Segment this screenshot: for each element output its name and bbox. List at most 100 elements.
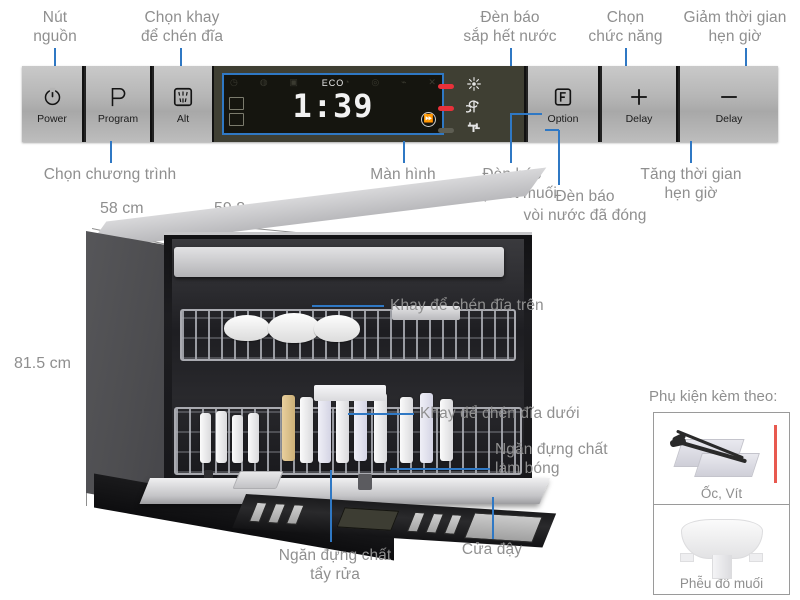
door-latch	[358, 474, 372, 490]
lower-plate-1	[282, 395, 295, 461]
funnel-neck	[711, 554, 732, 579]
callout-rack-select: Chọn khay để chén đĩa	[140, 9, 224, 45]
rinse-aid-led	[438, 83, 454, 89]
leader-door	[492, 497, 494, 539]
salt-funnel-image	[654, 511, 789, 579]
front-panel-button-3	[285, 504, 305, 525]
delay-decrease-button[interactable]: Delay	[678, 66, 778, 142]
leader-low-salt-lamp-v	[510, 114, 512, 163]
front-panel-button-4	[406, 511, 426, 533]
rinse-aid-icon	[464, 76, 484, 96]
front-panel-display	[336, 507, 400, 531]
screws-image	[654, 419, 789, 483]
rinse-aid-indicator	[438, 76, 512, 96]
detergent-dispenser	[232, 471, 284, 489]
water-tap-led	[438, 127, 454, 133]
leader-power-button	[54, 48, 56, 68]
lcd-speed-icon: ⏩	[421, 112, 436, 127]
leader-tap-closed-lamp-h	[545, 129, 559, 131]
program-button-label: Program	[97, 112, 139, 125]
lower-plate-4	[336, 395, 349, 463]
front-panel-button-1	[248, 501, 268, 523]
control-panel-strip: Power Program Alt ◷ ◍ ▣ ◔ ◎ ⌁ ✕ ECO 1:39…	[22, 66, 778, 142]
spray-arm-icon	[172, 84, 194, 110]
lower-plate-7	[400, 397, 413, 463]
power-icon	[42, 84, 63, 110]
callout-function-select: Chọn chức năng	[588, 9, 663, 45]
accessories-title: Phụ kiện kèm theo:	[649, 388, 778, 405]
delay-increase-label: Delay	[625, 112, 653, 125]
water-tap-indicator	[438, 120, 512, 140]
accessory-caption-screws: Ốc, Vít	[700, 485, 743, 501]
cutlery-tray	[174, 247, 504, 277]
lower-plate-left-4	[248, 413, 259, 463]
callout-decrease-timer: Giảm thời gian hẹn giờ	[683, 9, 787, 45]
alt-rack-button[interactable]: Alt	[152, 66, 214, 142]
leader-increase-timer	[690, 141, 692, 163]
funnel-wing-right	[749, 552, 763, 562]
callout-detergent-compartment: Ngăn đựng chất tẩy rửa	[278, 547, 392, 583]
callout-low-water-lamp: Đèn báo sắp hết nước	[463, 9, 557, 45]
callout-power-button: Nút nguồn	[33, 9, 77, 45]
callout-door: Cửa đậy	[461, 541, 523, 558]
leader-tap-closed-lamp-v	[558, 130, 560, 185]
salt-led	[438, 105, 454, 111]
control-panel: Power Program Alt ◷ ◍ ▣ ◔ ◎ ⌁ ✕ ECO 1:39…	[22, 66, 778, 142]
lower-rack-back-plate	[314, 385, 386, 401]
program-icon	[108, 84, 128, 110]
lower-plate-left-2	[216, 411, 227, 463]
dishwasher-tub	[164, 232, 532, 503]
callout-increase-timer: Tăng thời gian hẹn giờ	[640, 166, 742, 202]
leader-upper-rack	[312, 305, 384, 307]
callout-rinse-aid-compartment: Ngăn đựng chất làm bóng	[495, 441, 608, 477]
front-panel-blank	[464, 512, 543, 543]
callout-upper-rack: Khay để chén đĩa trên	[390, 297, 544, 314]
callout-lower-rack: Khay để chén đĩa dưới	[420, 405, 580, 422]
depth-dimension-text: 58 cm	[100, 200, 144, 217]
power-button[interactable]: Power	[22, 66, 84, 142]
accessory-item-funnel: Phễu đổ muối	[654, 503, 789, 595]
lower-plate-6	[374, 393, 387, 463]
cabinet-side-panel	[86, 230, 166, 508]
leader-program-select	[110, 141, 112, 163]
display-area: ◷ ◍ ▣ ◔ ◎ ⌁ ✕ ECO 1:39 ⏩	[214, 66, 526, 142]
lcd-time-remaining: 1:39	[292, 87, 374, 125]
salt-icon	[462, 98, 484, 119]
accessories-grid: Ốc, Vít Phễu đổ muối	[653, 412, 790, 595]
accessories-section: Phụ kiện kèm theo: Ốc, Vít Phễu đổ muối	[649, 388, 791, 596]
front-panel-button-2	[267, 503, 287, 524]
leader-detergent-compartment	[330, 470, 332, 542]
upper-dish-2	[268, 313, 320, 343]
diagram-canvas: Nút nguồn Chọn khay để chén đĩa Đèn báo …	[0, 0, 800, 600]
plus-icon	[628, 84, 650, 110]
option-button[interactable]: Option	[526, 66, 600, 142]
height-dimension-text: 81.5 cm	[14, 355, 71, 372]
delay-increase-button[interactable]: Delay	[600, 66, 678, 142]
power-button-label: Power	[37, 112, 67, 125]
leader-function-select	[625, 48, 627, 68]
lower-plate-5	[354, 397, 367, 461]
indicator-lamps	[438, 72, 512, 136]
front-panel-button-5	[425, 512, 445, 534]
salt-indicator	[438, 98, 512, 118]
leader-rack-select	[180, 48, 182, 68]
lower-plate-left-1	[200, 413, 211, 463]
delay-decrease-label: Delay	[715, 112, 743, 125]
callout-program-select: Chọn chương trình	[43, 166, 177, 183]
leader-lower-rack	[348, 413, 414, 415]
option-button-label: Option	[547, 112, 579, 125]
function-icon	[552, 84, 574, 110]
lcd-screen: ◷ ◍ ▣ ◔ ◎ ⌁ ✕ ECO 1:39 ⏩	[222, 73, 444, 135]
dishwasher-product-image	[86, 167, 557, 561]
leader-decrease-timer	[745, 48, 747, 68]
minus-icon	[718, 84, 740, 110]
front-panel-button-6	[443, 514, 463, 535]
lower-plate-3	[318, 393, 331, 463]
upper-dish-1	[224, 315, 270, 341]
accessory-item-screws: Ốc, Vít	[654, 413, 789, 504]
red-stripe	[774, 425, 777, 483]
leader-rinse-aid-compartment	[390, 468, 490, 470]
funnel-wing-left	[680, 552, 694, 562]
program-button[interactable]: Program	[84, 66, 152, 142]
alt-button-label: Alt	[176, 112, 190, 125]
